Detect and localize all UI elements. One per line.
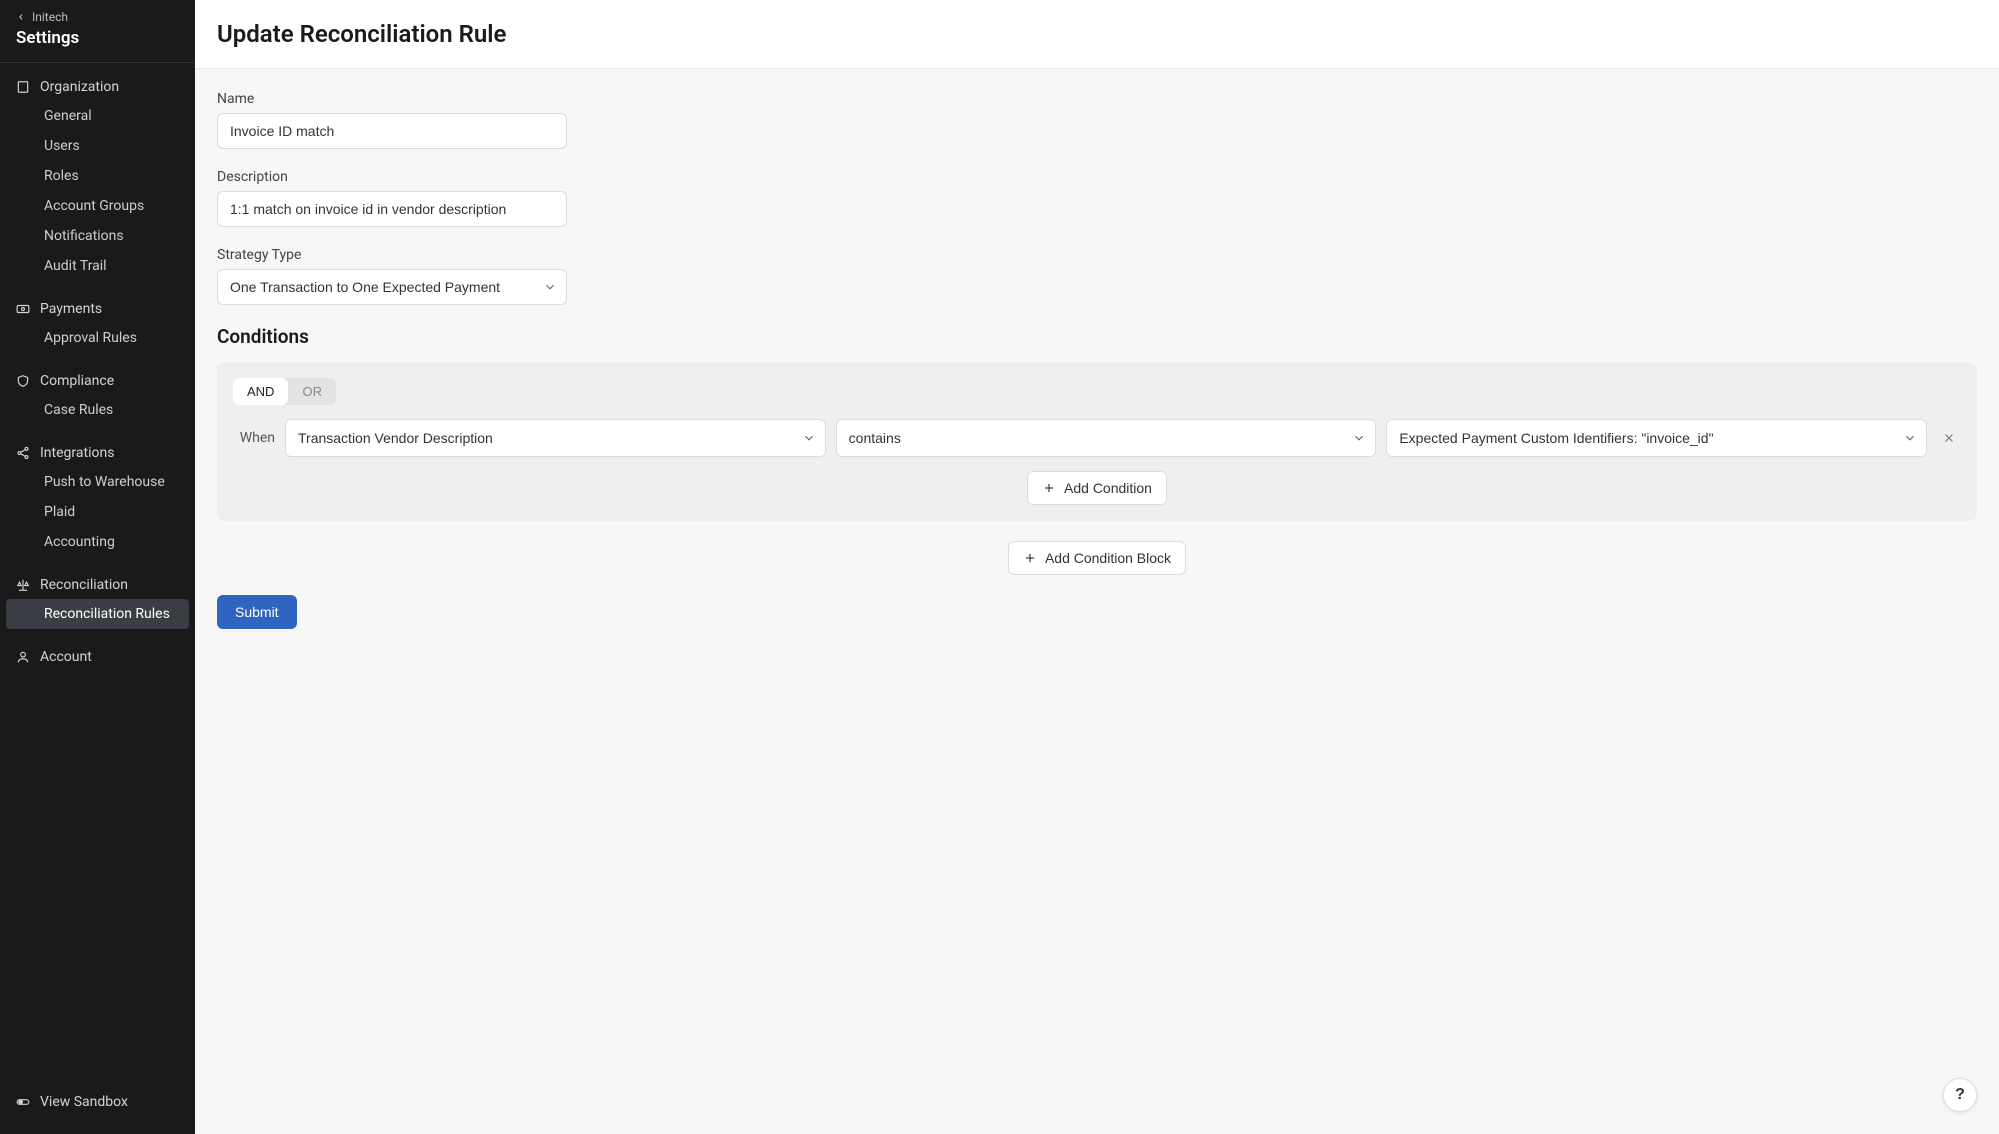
view-sandbox-link[interactable]: View Sandbox: [0, 1088, 195, 1116]
main-body: Name Description Strategy Type One Trans…: [195, 69, 1999, 1134]
sidebar-title: Settings: [16, 28, 179, 48]
add-condition-block-button[interactable]: Add Condition Block: [1008, 541, 1186, 575]
condition-block: AND OR When Transaction Vendor Descripti…: [217, 362, 1977, 521]
breadcrumb[interactable]: Initech: [16, 10, 179, 24]
sidebar-item-account-groups[interactable]: Account Groups: [6, 191, 189, 221]
remove-condition-button[interactable]: [1937, 426, 1961, 450]
sidebar-item-users[interactable]: Users: [6, 131, 189, 161]
sidebar-item-plaid[interactable]: Plaid: [6, 497, 189, 527]
cash-icon: [16, 302, 30, 316]
nav-section-integrations: Integrations Push to Warehouse Plaid Acc…: [0, 439, 195, 557]
sidebar: Initech Settings Organization General Us…: [0, 0, 195, 1134]
condition-value-wrap: Expected Payment Custom Identifiers: "in…: [1386, 419, 1927, 457]
add-condition-button[interactable]: Add Condition: [1027, 471, 1167, 505]
sidebar-item-accounting[interactable]: Accounting: [6, 527, 189, 557]
nav-heading-label: Organization: [40, 79, 119, 95]
sidebar-nav: Organization General Users Roles Account…: [0, 63, 195, 1080]
description-input[interactable]: [217, 191, 567, 227]
logic-or-button[interactable]: OR: [288, 378, 336, 405]
condition-operator-wrap: contains: [836, 419, 1377, 457]
sidebar-item-case-rules[interactable]: Case Rules: [6, 395, 189, 425]
scale-icon: [16, 578, 30, 592]
close-icon: [1942, 431, 1956, 445]
sidebar-header: Initech Settings: [0, 0, 195, 63]
condition-field-wrap: Transaction Vendor Description: [285, 419, 826, 457]
nav-heading-organization[interactable]: Organization: [0, 73, 195, 101]
nav-section-organization: Organization General Users Roles Account…: [0, 73, 195, 281]
page-title: Update Reconciliation Rule: [217, 20, 1977, 48]
nav-heading-compliance[interactable]: Compliance: [0, 367, 195, 395]
add-block-row: Add Condition Block: [217, 541, 1977, 575]
condition-operator-select[interactable]: contains: [836, 419, 1377, 457]
nav-section-compliance: Compliance Case Rules: [0, 367, 195, 425]
strategy-label: Strategy Type: [217, 247, 1977, 263]
logic-toggle: AND OR: [233, 378, 336, 405]
strategy-select[interactable]: One Transaction to One Expected Payment: [217, 269, 567, 305]
add-condition-row: Add Condition: [233, 471, 1961, 505]
nav-heading-label: Integrations: [40, 445, 114, 461]
share-icon: [16, 446, 30, 460]
view-sandbox-label: View Sandbox: [40, 1094, 128, 1110]
form-group-description: Description: [217, 169, 1977, 227]
sidebar-item-audit-trail[interactable]: Audit Trail: [6, 251, 189, 281]
breadcrumb-label: Initech: [32, 10, 68, 24]
condition-value-select[interactable]: Expected Payment Custom Identifiers: "in…: [1386, 419, 1927, 457]
sidebar-footer: View Sandbox: [0, 1080, 195, 1134]
help-button[interactable]: ?: [1943, 1078, 1977, 1112]
sidebar-item-general[interactable]: General: [6, 101, 189, 131]
shield-icon: [16, 374, 30, 388]
add-condition-label: Add Condition: [1064, 480, 1152, 496]
nav-heading-payments[interactable]: Payments: [0, 295, 195, 323]
chevron-left-icon: [16, 12, 26, 22]
description-label: Description: [217, 169, 1977, 185]
building-icon: [16, 80, 30, 94]
condition-row: When Transaction Vendor Description cont…: [233, 419, 1961, 457]
nav-heading-label: Payments: [40, 301, 102, 317]
nav-heading-label: Account: [40, 649, 92, 665]
sidebar-item-reconciliation-rules[interactable]: Reconciliation Rules: [6, 599, 189, 629]
nav-heading-integrations[interactable]: Integrations: [0, 439, 195, 467]
user-icon: [16, 650, 30, 664]
plus-icon: [1023, 551, 1037, 565]
add-condition-block-label: Add Condition Block: [1045, 550, 1171, 566]
nav-heading-label: Compliance: [40, 373, 114, 389]
logic-and-button[interactable]: AND: [233, 378, 288, 405]
sidebar-item-push-to-warehouse[interactable]: Push to Warehouse: [6, 467, 189, 497]
form-group-name: Name: [217, 91, 1977, 149]
submit-button[interactable]: Submit: [217, 595, 297, 629]
name-label: Name: [217, 91, 1977, 107]
strategy-select-wrap: One Transaction to One Expected Payment: [217, 269, 567, 305]
when-label: When: [233, 430, 275, 446]
main: Update Reconciliation Rule Name Descript…: [195, 0, 1999, 1134]
sidebar-item-roles[interactable]: Roles: [6, 161, 189, 191]
form-group-strategy: Strategy Type One Transaction to One Exp…: [217, 247, 1977, 305]
main-header: Update Reconciliation Rule: [195, 0, 1999, 69]
plus-icon: [1042, 481, 1056, 495]
nav-section-reconciliation: Reconciliation Reconciliation Rules: [0, 571, 195, 629]
toggle-icon: [16, 1095, 30, 1109]
nav-heading-account[interactable]: Account: [0, 643, 195, 671]
nav-section-payments: Payments Approval Rules: [0, 295, 195, 353]
conditions-heading: Conditions: [217, 325, 1977, 348]
condition-field-select[interactable]: Transaction Vendor Description: [285, 419, 826, 457]
nav-heading-reconciliation[interactable]: Reconciliation: [0, 571, 195, 599]
sidebar-item-approval-rules[interactable]: Approval Rules: [6, 323, 189, 353]
nav-section-account: Account: [0, 643, 195, 671]
sidebar-item-notifications[interactable]: Notifications: [6, 221, 189, 251]
name-input[interactable]: [217, 113, 567, 149]
nav-heading-label: Reconciliation: [40, 577, 128, 593]
